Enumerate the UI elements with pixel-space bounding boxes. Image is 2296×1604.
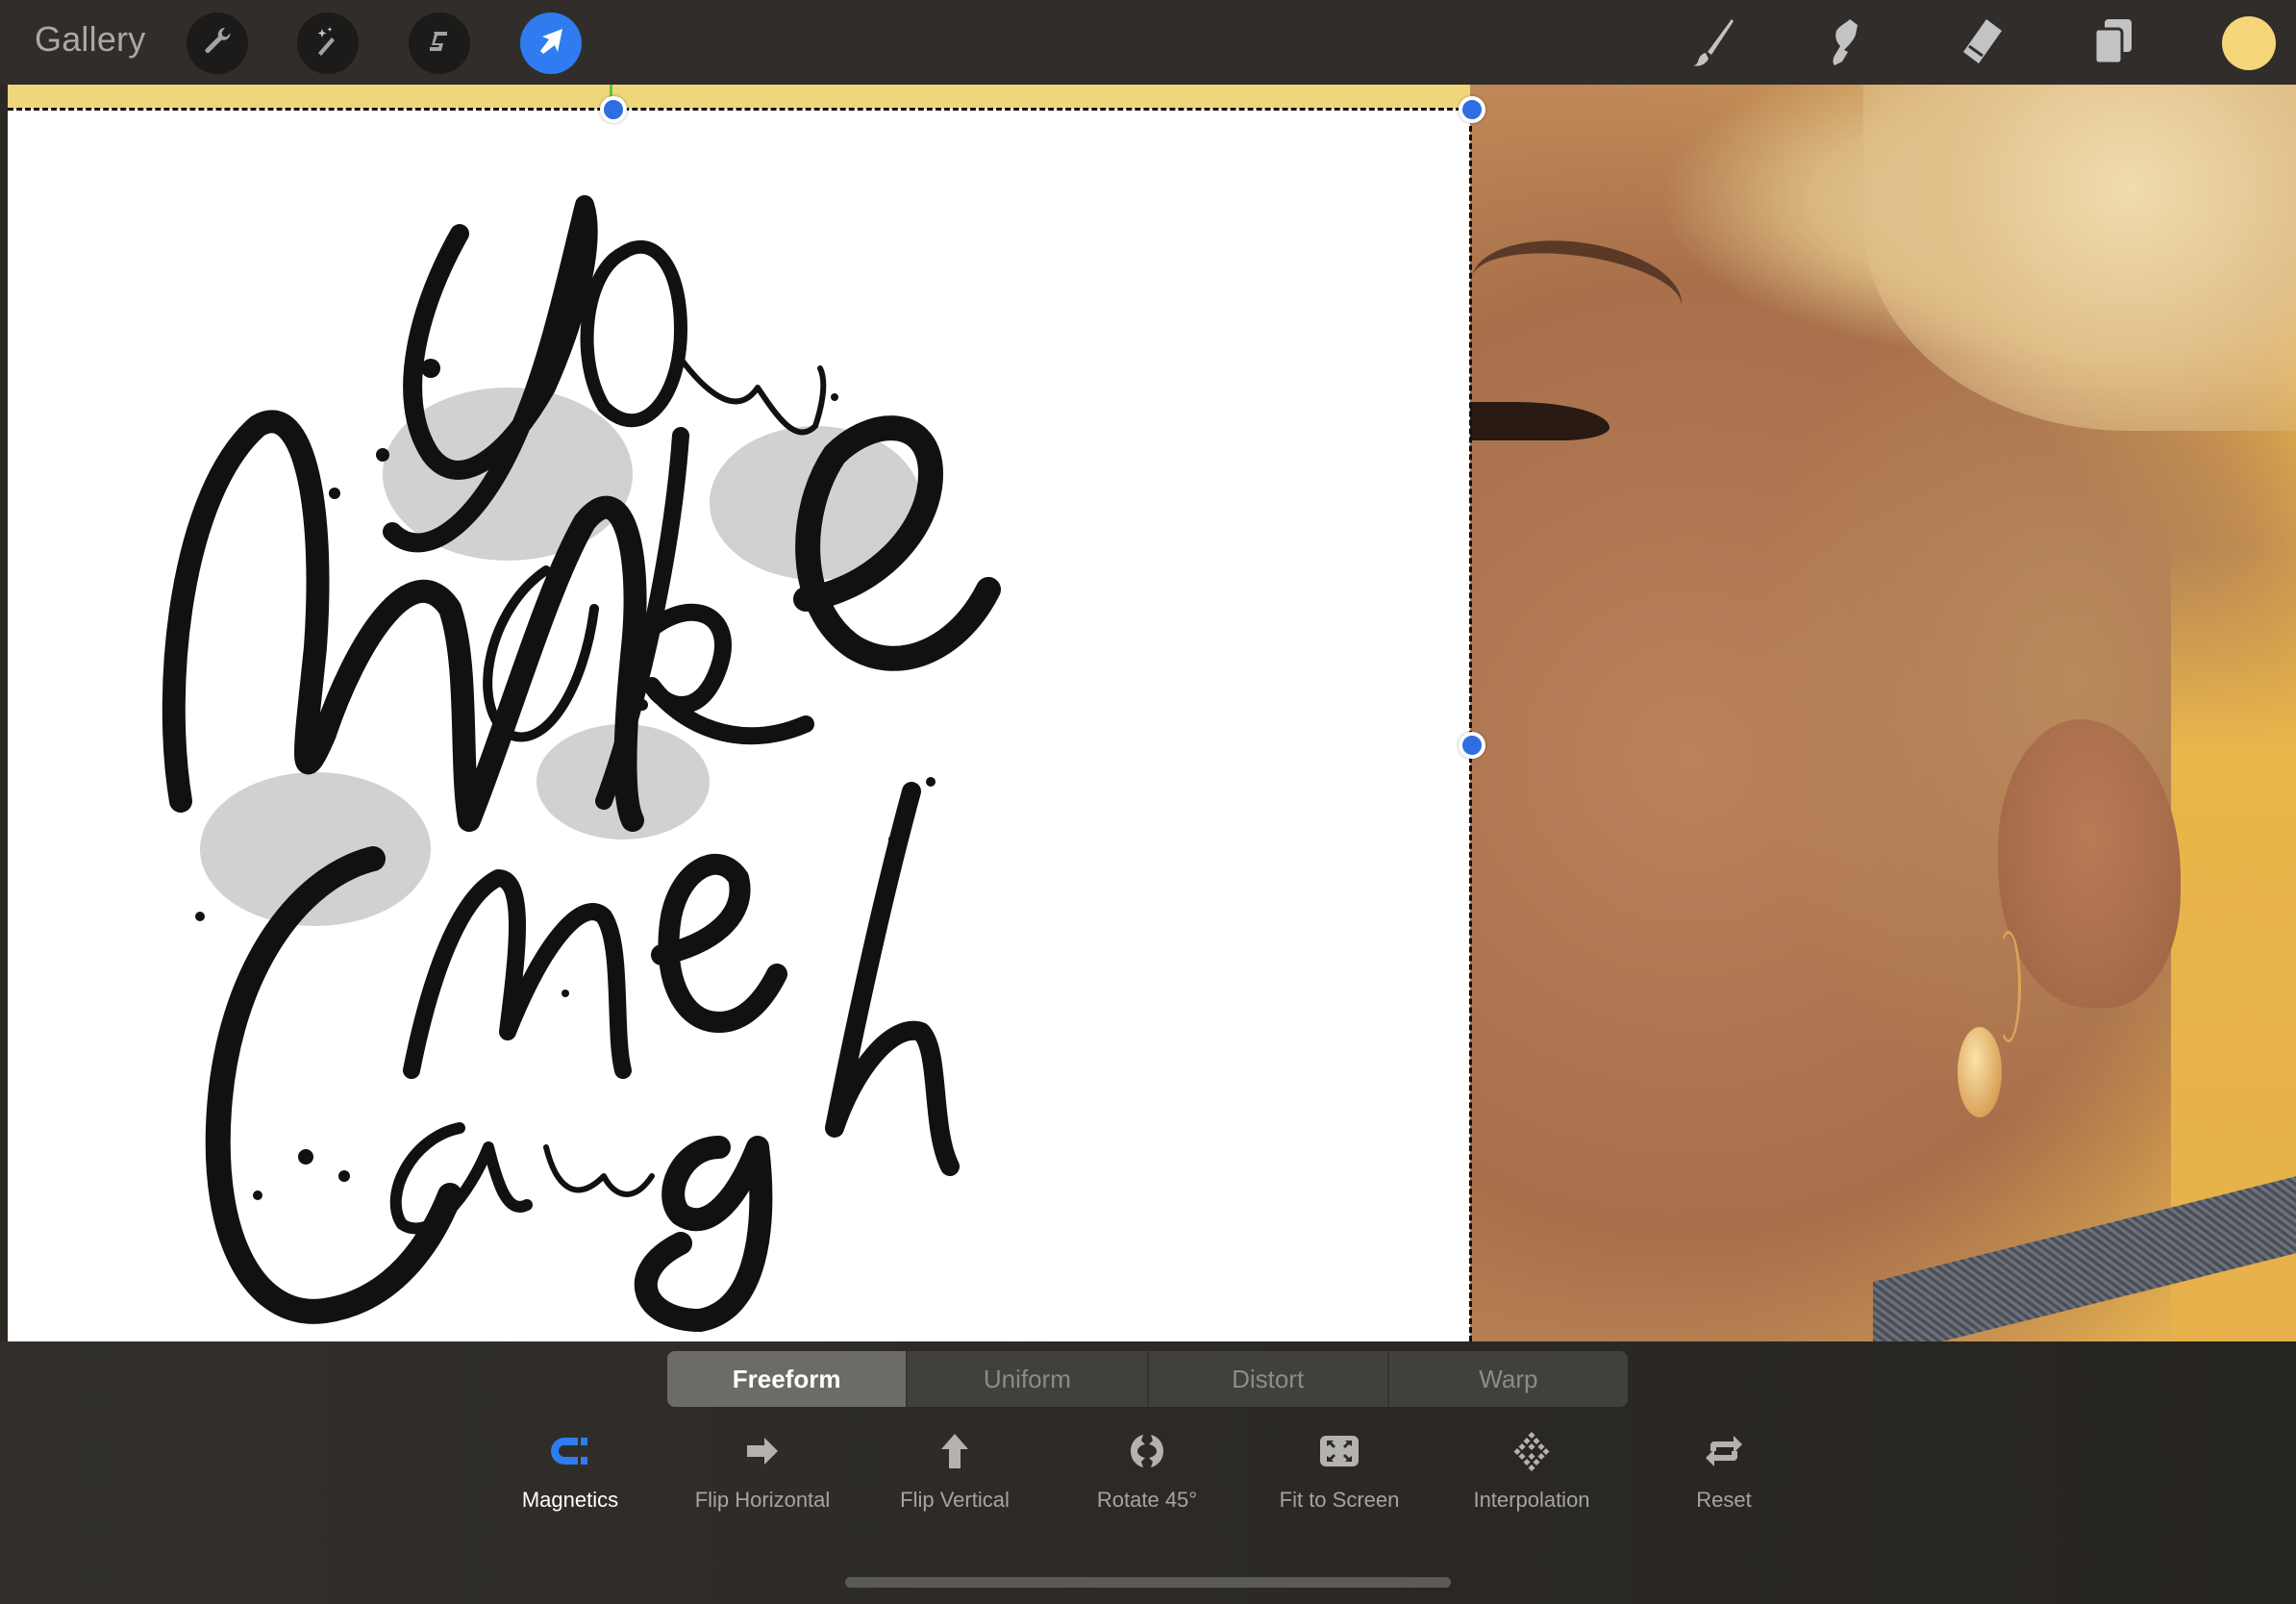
adjustments-button[interactable] <box>297 13 359 74</box>
magnet-icon <box>549 1430 591 1477</box>
interpolation-label: Interpolation <box>1473 1488 1590 1512</box>
mode-warp[interactable]: Warp <box>1386 1351 1628 1407</box>
smudge-button[interactable] <box>1815 13 1875 73</box>
lettering-artwork <box>162 195 1001 1332</box>
photo-top-band <box>8 85 1470 109</box>
letter-me-e <box>651 853 787 1033</box>
magic-wand-icon <box>311 24 345 63</box>
transform-panel: Freeform Uniform Distort Warp Magnetics … <box>0 1341 2296 1604</box>
layers-icon <box>2085 13 2141 74</box>
top-toolbar: Gallery <box>0 0 2296 85</box>
eraser-icon <box>1952 13 2008 74</box>
interpolation-button[interactable]: Interpolation <box>1435 1418 1628 1524</box>
color-picker-swatch[interactable] <box>2222 16 2276 70</box>
reset-label: Reset <box>1696 1488 1752 1512</box>
rotate-icon <box>1126 1430 1168 1477</box>
magnetics-button[interactable]: Magnetics <box>474 1418 666 1524</box>
letter-o <box>580 240 687 428</box>
reset-icon <box>1703 1430 1745 1477</box>
rotate-45-label: Rotate 45° <box>1096 1488 1198 1512</box>
selection-border-right <box>1469 109 1472 1341</box>
transform-button[interactable] <box>520 13 582 74</box>
smudge-finger-icon <box>1817 13 1873 74</box>
reset-button[interactable]: Reset <box>1628 1418 1820 1524</box>
arrow-up-icon <box>934 1430 976 1477</box>
selection-border-top <box>8 108 1470 111</box>
letter-L <box>205 846 462 1324</box>
magnetics-label: Magnetics <box>521 1488 619 1512</box>
transform-handle-top-center[interactable] <box>600 96 627 123</box>
mode-uniform[interactable]: Uniform <box>906 1351 1146 1407</box>
selection-button[interactable] <box>409 13 470 74</box>
flip-vertical-label: Flip Vertical <box>900 1488 1010 1512</box>
home-indicator[interactable] <box>845 1577 1451 1588</box>
letter-a2 <box>389 1122 533 1235</box>
interpolation-icon <box>1510 1430 1553 1477</box>
transform-handle-top-right[interactable] <box>1459 96 1485 123</box>
actions-button[interactable] <box>187 13 248 74</box>
mode-distort[interactable]: Distort <box>1146 1351 1387 1407</box>
arrow-right-icon <box>741 1430 784 1477</box>
selection-s-icon <box>422 24 457 63</box>
wrench-icon <box>200 24 235 63</box>
letter-h <box>825 782 960 1176</box>
fit-to-screen-label: Fit to Screen <box>1279 1488 1400 1512</box>
transform-mode-selector: Freeform Uniform Distort Warp <box>667 1351 1628 1407</box>
letter-me-m <box>403 869 632 1079</box>
paintbrush-icon <box>1684 13 1739 74</box>
letter-u2 <box>543 1144 655 1197</box>
letter-u <box>678 356 827 436</box>
flip-horizontal-button[interactable]: Flip Horizontal <box>666 1418 859 1524</box>
eraser-button[interactable] <box>1950 13 2009 73</box>
fit-to-screen-button[interactable]: Fit to Screen <box>1243 1418 1435 1524</box>
mode-freeform[interactable]: Freeform <box>667 1351 907 1407</box>
flip-horizontal-label: Flip Horizontal <box>694 1488 831 1512</box>
flip-vertical-button[interactable]: Flip Vertical <box>859 1418 1051 1524</box>
transform-handle-middle-right[interactable] <box>1459 732 1485 759</box>
transform-tools: Magnetics Flip Horizontal Flip Vertical … <box>0 1418 2296 1534</box>
canvas[interactable] <box>8 85 2296 1341</box>
layers-button[interactable] <box>2084 13 2143 73</box>
rotate-45-button[interactable]: Rotate 45° <box>1051 1418 1243 1524</box>
gallery-button[interactable]: Gallery <box>35 19 145 60</box>
fit-to-screen-icon <box>1318 1430 1360 1477</box>
letter-g <box>634 1136 773 1332</box>
lettering-layer[interactable] <box>8 109 1470 1341</box>
photo-earring-hook <box>1996 931 2021 1042</box>
brush-button[interactable] <box>1682 13 1741 73</box>
arrow-cursor-icon <box>534 24 568 63</box>
photo-earring <box>1958 1027 2002 1117</box>
